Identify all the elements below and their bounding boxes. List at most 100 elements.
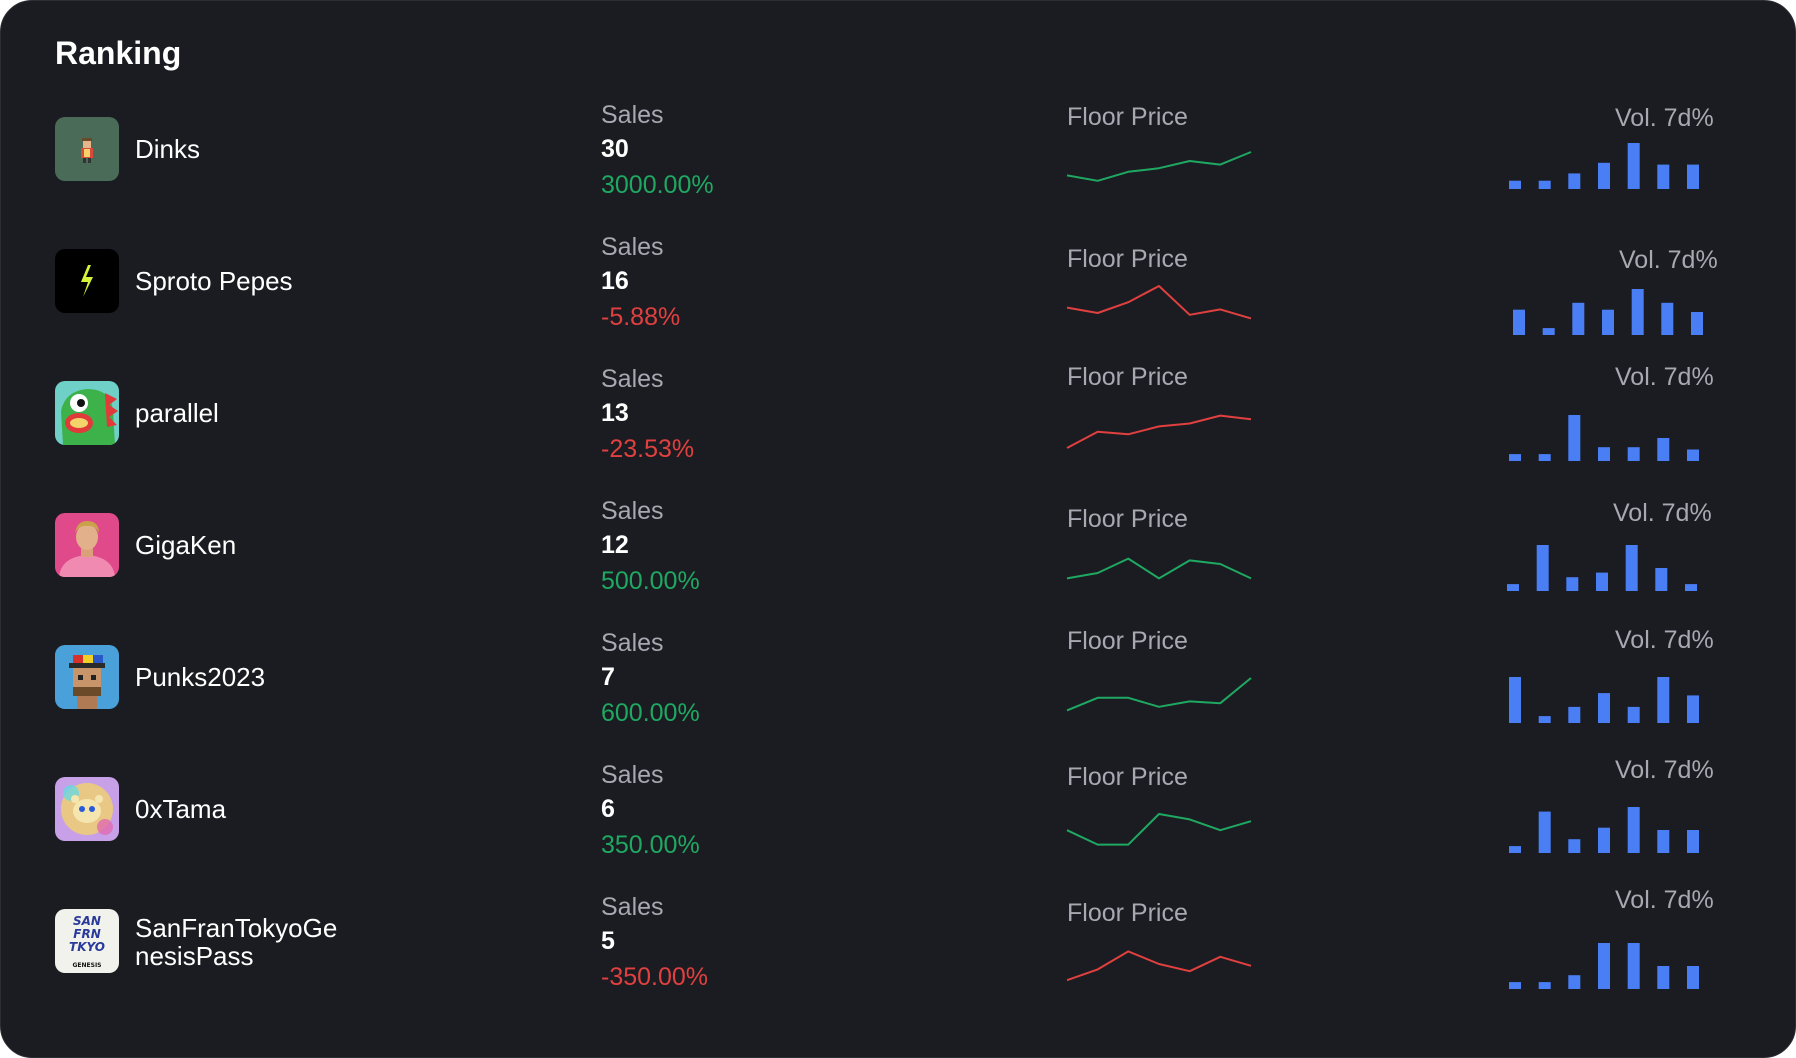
vol-bar xyxy=(1657,830,1670,853)
floor-price-label: Floor Price xyxy=(1067,763,1188,791)
vol-bar xyxy=(1655,568,1668,591)
vol-bar xyxy=(1568,706,1581,723)
sales-change: 3000.00% xyxy=(601,171,714,199)
parallel-creature-icon xyxy=(55,381,119,445)
ranking-row[interactable]: Dinks Sales 30 3000.00% Floor Price Vol. 7d% xyxy=(1,101,1795,233)
page-title: Ranking xyxy=(55,35,182,71)
floor-price-sparkline xyxy=(1066,414,1252,449)
sales-change: 500.00% xyxy=(601,567,700,595)
sales-value: 13 xyxy=(601,399,629,427)
floor-price-line xyxy=(1066,813,1252,846)
vol-bar xyxy=(1538,811,1551,853)
vol-7d-label: Vol. 7d% xyxy=(1615,756,1714,784)
sales-change: -5.88% xyxy=(601,303,681,331)
ranking-row[interactable]: parallel Sales 13 -23.53% Floor Price Vol. 7d… xyxy=(1,363,1795,497)
vol-bar xyxy=(1631,289,1644,335)
svg-text:SAN: SAN xyxy=(73,914,101,928)
vol-bar xyxy=(1598,162,1610,189)
vol-bar xyxy=(1572,302,1585,335)
vol-bar xyxy=(1691,312,1703,335)
vol-bar xyxy=(1687,164,1699,189)
sales-change: 600.00% xyxy=(601,699,700,727)
collection-name[interactable]: Sproto Pepes xyxy=(135,267,293,295)
vol-bar xyxy=(1538,716,1551,723)
vol-bar xyxy=(1627,447,1640,461)
floor-price-sparkline xyxy=(1066,285,1252,320)
sales-change: -350.00% xyxy=(601,963,709,991)
sproto-bolt-icon xyxy=(55,249,119,313)
vol-bar xyxy=(1687,695,1699,723)
floor-price-sparkline xyxy=(1066,151,1252,182)
floor-price-label: Floor Price xyxy=(1067,103,1188,131)
collection-name[interactable]: Punks2023 xyxy=(135,663,265,691)
vol-bar xyxy=(1687,449,1699,461)
vol-7d-bars xyxy=(1509,943,1699,989)
collection-name[interactable]: Dinks xyxy=(135,135,200,163)
vol-bar xyxy=(1687,830,1699,853)
vol-7d-bars xyxy=(1509,807,1699,853)
ranking-row[interactable]: SAN FRN TKYO GENESIS SanFranTokyoGe nesisPass… xyxy=(1,886,1795,1025)
vol-bar xyxy=(1627,143,1640,189)
ranking-row[interactable]: GigaKen Sales 12 500.00% Floor Price Vol. 7d% xyxy=(1,497,1795,629)
floor-price-line xyxy=(1066,151,1252,182)
floor-price-label: Floor Price xyxy=(1067,363,1188,391)
vol-bar xyxy=(1568,173,1581,189)
vol-bar xyxy=(1598,447,1610,461)
dink-avatar-icon xyxy=(55,117,119,181)
vol-bar xyxy=(1566,577,1579,591)
floor-price-label: Floor Price xyxy=(1067,245,1188,273)
collection-name[interactable]: SanFranTokyoGe nesisPass xyxy=(135,914,337,970)
ranking-row[interactable]: Sproto Pepes Sales 16 -5.88% Floor Price Vol.… xyxy=(1,233,1795,365)
collection-name[interactable]: 0xTama xyxy=(135,795,226,823)
sales-label: Sales xyxy=(601,761,664,789)
vol-bar xyxy=(1627,706,1640,723)
sanfran-pass-icon: SAN FRN TKYO GENESIS xyxy=(55,909,119,973)
vol-7d-label: Vol. 7d% xyxy=(1613,499,1712,527)
vol-bar xyxy=(1568,975,1581,989)
gigaken-avatar-icon xyxy=(55,513,119,577)
vol-7d-bars xyxy=(1509,415,1699,461)
vol-bar xyxy=(1657,677,1670,723)
tama-avatar-icon xyxy=(55,777,119,841)
punk-avatar-icon xyxy=(55,645,119,709)
vol-bar xyxy=(1509,677,1521,723)
sales-label: Sales xyxy=(601,365,664,393)
vol-bar xyxy=(1513,309,1525,335)
collection-name-line: nesisPass xyxy=(135,941,254,971)
vol-7d-bars xyxy=(1507,545,1697,591)
sales-label: Sales xyxy=(601,497,664,525)
vol-bar xyxy=(1625,545,1638,591)
svg-text:GENESIS: GENESIS xyxy=(72,962,101,969)
vol-bar xyxy=(1509,846,1521,853)
vol-bar xyxy=(1685,584,1697,591)
vol-7d-label: Vol. 7d% xyxy=(1619,246,1718,274)
vol-7d-label: Vol. 7d% xyxy=(1615,886,1714,914)
vol-bar xyxy=(1661,302,1674,335)
vol-bar xyxy=(1687,966,1699,989)
sales-value: 6 xyxy=(601,795,615,823)
vol-bar xyxy=(1657,438,1670,461)
collection-name[interactable]: parallel xyxy=(135,399,219,427)
ranking-row[interactable]: 0xTama Sales 6 350.00% Floor Price Vol. 7d% xyxy=(1,756,1795,893)
vol-bar xyxy=(1568,415,1581,461)
svg-text:FRN: FRN xyxy=(73,927,100,941)
vol-bar xyxy=(1627,943,1640,989)
vol-7d-label: Vol. 7d% xyxy=(1615,104,1714,132)
vol-bar xyxy=(1568,839,1581,853)
floor-price-sparkline xyxy=(1066,950,1252,982)
vol-7d-bars xyxy=(1509,143,1699,189)
svg-text:TKYO: TKYO xyxy=(69,940,105,954)
vol-bar xyxy=(1507,584,1519,591)
collection-name-line: SanFranTokyoGe xyxy=(135,913,338,943)
vol-7d-label: Vol. 7d% xyxy=(1615,363,1714,391)
vol-bar xyxy=(1538,982,1551,989)
sales-value: 5 xyxy=(601,927,615,955)
ranking-row[interactable]: Punks2023 Sales 7 600.00% Floor Price Vol. 7d… xyxy=(1,626,1795,761)
collection-name[interactable]: GigaKen xyxy=(135,531,236,559)
floor-price-label: Floor Price xyxy=(1067,627,1188,655)
floor-price-line xyxy=(1066,677,1252,712)
vol-7d-bars xyxy=(1513,289,1703,335)
vol-bar xyxy=(1538,180,1551,189)
vol-bar xyxy=(1509,982,1521,989)
sales-label: Sales xyxy=(601,629,664,657)
